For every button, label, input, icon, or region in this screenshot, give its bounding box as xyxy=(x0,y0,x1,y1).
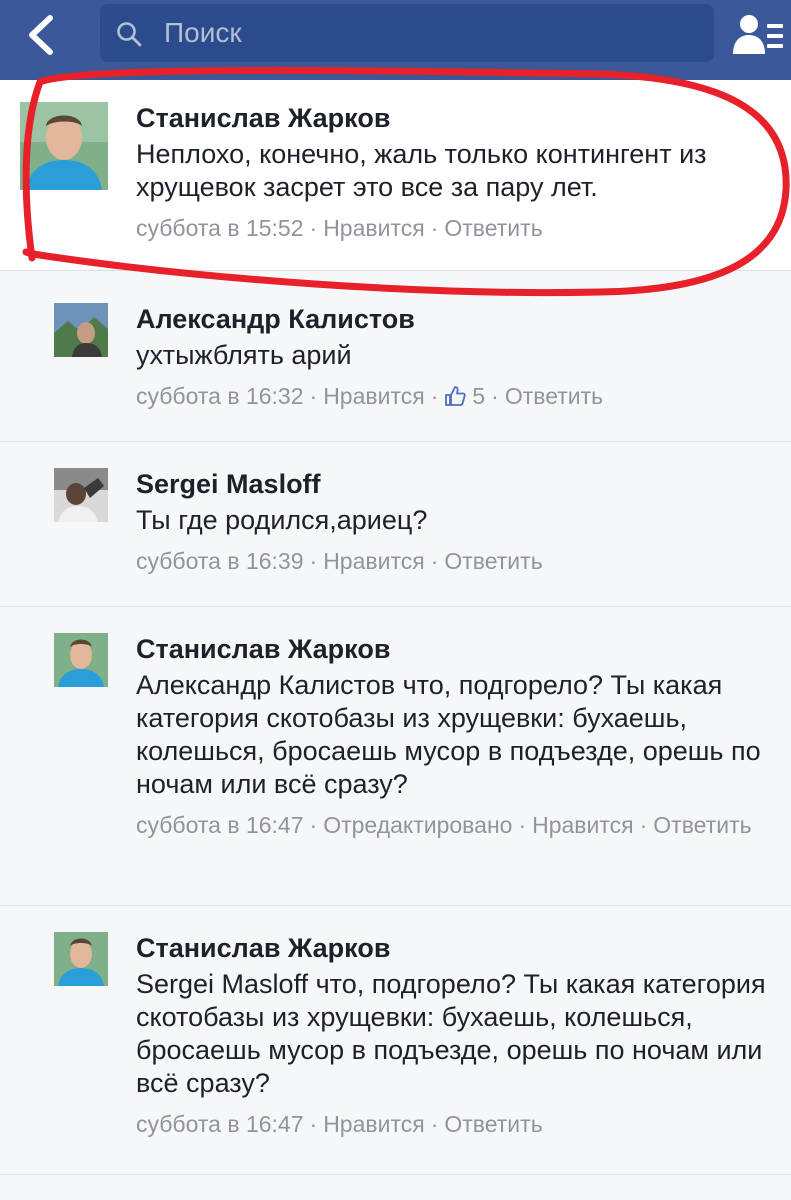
comment-text: Ты где родился,ариец? xyxy=(136,505,428,535)
avatar[interactable] xyxy=(20,102,108,190)
search-placeholder: Поиск xyxy=(164,17,242,48)
friend-requests-button[interactable] xyxy=(733,12,785,58)
comment-author[interactable]: Sergei Masloff xyxy=(136,468,776,500)
search-icon xyxy=(117,22,142,47)
comment-text: Александр Калистов что, подгорело? Ты ка… xyxy=(136,670,761,799)
thumbs-up-icon xyxy=(445,386,466,406)
comment: Станислав Жарков Александр Калистов что,… xyxy=(0,607,791,906)
comment: Станислав Жарков Неплохо, конечно, жаль … xyxy=(0,80,791,271)
like-button[interactable]: Нравится xyxy=(323,1111,425,1137)
avatar[interactable] xyxy=(54,468,108,522)
edited-label[interactable]: Отредактировано xyxy=(323,812,512,838)
comment-author[interactable]: Александр Калистов xyxy=(136,303,776,335)
comment-text: Sergei Masloff что, подгорело? Ты какая … xyxy=(136,969,766,1098)
top-navigation-bar: Поиск xyxy=(0,0,791,80)
chevron-left-icon xyxy=(29,15,53,55)
avatar[interactable] xyxy=(54,303,108,357)
reply-button[interactable]: Ответить xyxy=(653,812,751,838)
avatar-image xyxy=(54,303,108,357)
comment-timestamp[interactable]: суббота в 16:47 xyxy=(136,812,304,838)
comment-meta: суббота в 15:52 · Нравится · Ответить xyxy=(136,215,543,241)
reply-button[interactable]: Ответить xyxy=(444,548,542,574)
avatar[interactable] xyxy=(54,932,108,986)
comment-text: Неплохо, конечно, жаль только контингент… xyxy=(136,139,707,202)
like-button[interactable]: Нравится xyxy=(323,383,425,409)
comment: Станислав Жарков Sergei Masloff что, под… xyxy=(0,906,791,1175)
reply-button[interactable]: Ответить xyxy=(444,1111,542,1137)
reply-button[interactable]: Ответить xyxy=(444,215,542,241)
search-input[interactable]: Поиск xyxy=(100,4,714,62)
comment-meta: суббота в 16:47 · Отредактировано · Нравится… xyxy=(136,812,752,838)
comment-text: ухтыжблять арий xyxy=(136,340,352,370)
avatar-image xyxy=(54,633,108,687)
comment-timestamp[interactable]: суббота в 15:52 xyxy=(136,215,304,241)
avatar-image xyxy=(54,932,108,986)
like-button[interactable]: Нравится xyxy=(323,215,425,241)
like-count-value: 5 xyxy=(472,383,486,409)
avatar[interactable] xyxy=(54,633,108,687)
friend-requests-icon xyxy=(733,15,783,54)
avatar-image xyxy=(54,468,108,522)
comment-author[interactable]: Станислав Жарков xyxy=(136,633,776,665)
like-button[interactable]: Нравится xyxy=(532,812,634,838)
avatar-image xyxy=(20,102,108,190)
comment: Sergei Masloff Ты где родился,ариец? суб… xyxy=(0,442,791,607)
comment-timestamp[interactable]: суббота в 16:47 xyxy=(136,1111,304,1137)
comment-timestamp[interactable]: суббота в 16:32 xyxy=(136,383,304,409)
comment-author[interactable]: Станислав Жарков xyxy=(136,932,776,964)
comment: Александр Калистов ухтыжблять арий суббо… xyxy=(0,271,791,442)
back-button[interactable] xyxy=(18,10,68,60)
reply-button[interactable]: Ответить xyxy=(505,383,603,409)
comment-meta: суббота в 16:39 · Нравится · Ответить xyxy=(136,548,543,574)
like-button[interactable]: Нравится xyxy=(323,548,425,574)
comment-author[interactable]: Станислав Жарков xyxy=(136,102,776,134)
comment-meta: суббота в 16:32 · Нравится · 5 · Ответить xyxy=(136,383,604,409)
comment-meta: суббота в 16:47 · Нравится · Ответить xyxy=(136,1111,543,1137)
comment-timestamp[interactable]: суббота в 16:39 xyxy=(136,548,304,574)
like-count[interactable]: 5 xyxy=(444,383,485,409)
